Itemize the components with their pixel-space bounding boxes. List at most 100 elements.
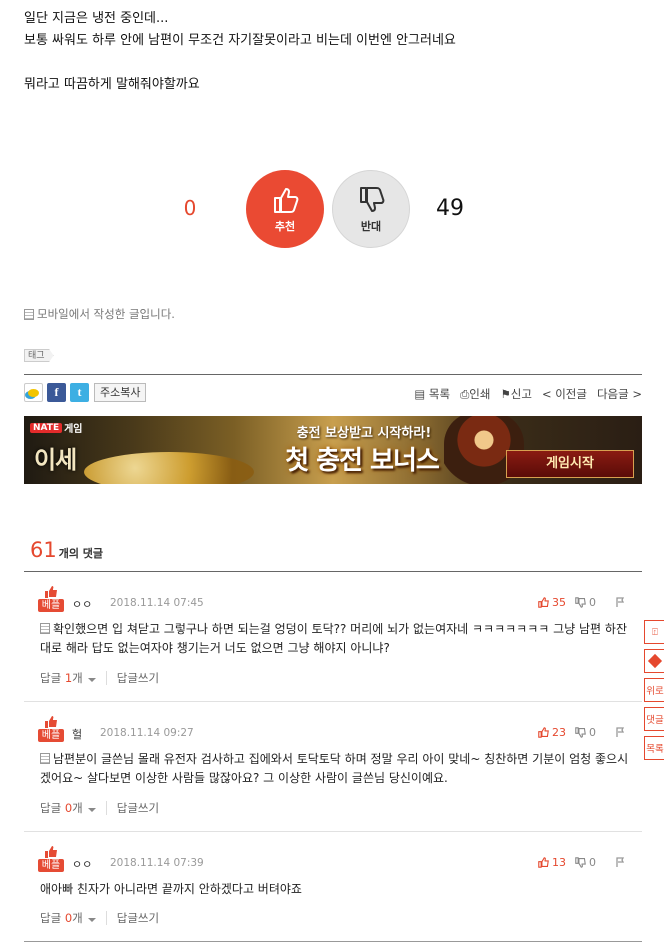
comment-dislike-count: 0 — [589, 596, 596, 609]
mobile-note-text: 모바일에서 작성한 글입니다. — [37, 307, 175, 321]
downvote-count: 49 — [436, 196, 464, 221]
comment-text: 애아빠 친자가 아니라면 끝까지 안하겠다고 버텨야죠 — [40, 882, 302, 896]
report-button[interactable]: ⚑신고 — [500, 386, 531, 402]
comment-dislike-count: 0 — [589, 726, 596, 739]
write-reply-link[interactable]: 답글쓰기 — [117, 670, 159, 686]
comment-dislike-button[interactable]: 0 — [575, 856, 596, 869]
comment-like-count: 13 — [552, 856, 566, 869]
comments-count: 61 — [30, 538, 57, 562]
gold-pile-graphic — [84, 452, 254, 484]
post-toolbar: f t 주소복사 ▤ 목록 ⎙인쇄 ⚑신고 < 이전글 다음글 > — [24, 374, 642, 410]
best-comment-badge: 베플 — [38, 586, 64, 612]
report-flag-icon[interactable] — [615, 727, 626, 738]
upvote-count: 0 — [183, 196, 197, 220]
thumbs-up-icon — [538, 857, 549, 868]
downvote-button[interactable]: 반대 — [332, 170, 410, 248]
thumbs-up-icon — [45, 586, 57, 598]
list-button[interactable]: ▤ 목록 — [414, 386, 450, 402]
comment-like-button[interactable]: 23 — [538, 726, 566, 739]
comments-header: 61 개의 댓글 — [30, 538, 103, 562]
comment-text: 확인했으면 입 쳐닫고 그렇구나 하면 되는걸 엉덩이 토닥?? 머리에 뇌가 … — [40, 622, 627, 655]
write-reply-link[interactable]: 답글쓰기 — [117, 910, 159, 926]
comment-author[interactable]: ㅇㅇ — [72, 596, 92, 612]
comment-item: 베플 헐 2018.11.14 09:27 23 0 남편분이 글쓴님 몰래 유… — [24, 702, 642, 832]
print-label: 인쇄 — [469, 387, 491, 401]
go-list-button[interactable]: 목록 — [644, 736, 664, 760]
scroll-top-button[interactable]: 위로 — [644, 678, 664, 702]
post-nav-tools: ▤ 목록 ⎙인쇄 ⚑신고 < 이전글 다음글 > — [414, 386, 642, 402]
divider — [105, 911, 107, 925]
thumbs-up-icon — [45, 716, 57, 728]
thumbs-down-icon — [575, 857, 586, 868]
comment-date: 2018.11.14 07:39 — [110, 857, 204, 869]
print-button[interactable]: ⎙인쇄 — [460, 386, 490, 402]
upvote-button[interactable]: 추천 — [246, 170, 324, 248]
write-reply-link[interactable]: 답글쓰기 — [117, 800, 159, 816]
copy-address-button[interactable]: 주소복사 — [94, 383, 147, 402]
comment-dislike-button[interactable]: 0 — [575, 726, 596, 739]
comment-like-button[interactable]: 35 — [538, 596, 566, 609]
nateon-share-icon[interactable] — [24, 383, 43, 402]
thumbs-down-icon — [360, 187, 385, 212]
list-label: 목록 — [428, 387, 451, 401]
game-start-button[interactable]: 게임시작 — [506, 450, 634, 478]
thumbs-up-icon — [538, 597, 549, 608]
best-comment-badge: 베플 — [38, 846, 64, 872]
mobile-note: 모바일에서 작성한 글입니다. — [24, 306, 175, 322]
chevron-down-icon — [87, 918, 96, 922]
comment-footer: 답글 1개 답글쓰기 — [40, 670, 159, 686]
comment-like-count: 23 — [552, 726, 566, 739]
comments-count-label: 개의 댓글 — [58, 547, 104, 560]
divider — [105, 671, 107, 685]
thumbs-up-icon — [45, 846, 57, 858]
next-post-link[interactable]: 다음글 > — [597, 386, 642, 402]
comment-like-count: 35 — [552, 596, 566, 609]
upvote-label: 추천 — [274, 220, 296, 233]
document-icon — [40, 753, 50, 764]
comment-text: 남편분이 글쓴님 몰래 유전자 검사하고 집에와서 토닥토닥 하며 정말 우리 … — [40, 752, 629, 785]
cube-icon[interactable] — [644, 649, 664, 673]
prev-post-link[interactable]: < 이전글 — [542, 386, 587, 402]
report-flag-icon[interactable] — [615, 857, 626, 868]
thumbs-down-icon — [575, 597, 586, 608]
facebook-share-icon[interactable]: f — [47, 383, 66, 402]
comment-item: 베플 ㅇㅇ 2018.11.14 07:39 13 0 애아빠 친자가 아니라면… — [24, 832, 642, 942]
thumbs-down-icon — [575, 727, 586, 738]
comment-list: 베플 ㅇㅇ 2018.11.14 07:45 35 0 확인했으면 입 쳐닫고 … — [24, 571, 642, 942]
comment-author[interactable]: 헐 — [72, 726, 82, 742]
chevron-down-icon — [87, 808, 96, 812]
reply-toggle[interactable]: 답글 1개 — [40, 670, 96, 686]
report-label: 신고 — [510, 387, 532, 401]
document-icon — [40, 623, 50, 634]
post-body: 일단 지금은 냉전 중인데... 보통 싸워도 하루 안에 남편이 무조건 자기… — [24, 8, 644, 96]
thumbs-up-icon — [538, 727, 549, 738]
comment-author[interactable]: ㅇㅇ — [72, 856, 92, 872]
comment-item: 베플 ㅇㅇ 2018.11.14 07:45 35 0 확인했으면 입 쳐닫고 … — [24, 572, 642, 702]
comment-dislike-count: 0 — [589, 856, 596, 869]
reply-toggle[interactable]: 답글 0개 — [40, 800, 96, 816]
reply-toggle[interactable]: 답글 0개 — [40, 910, 96, 926]
go-comments-button[interactable]: 댓글 — [644, 707, 664, 731]
report-flag-icon[interactable] — [615, 597, 626, 608]
document-icon — [24, 308, 34, 320]
post-line: 뭐라고 따끔하게 말해줘야할까요 — [24, 77, 200, 92]
comment-footer: 답글 0개 답글쓰기 — [40, 800, 159, 816]
bookmark-icon[interactable]: ⍐ — [644, 620, 664, 644]
game-banner-ad[interactable]: NATE 게임 이세 충전 보상받고 시작하라! 첫 충전 보너스 게임시작 — [24, 416, 642, 484]
comment-date: 2018.11.14 09:27 — [100, 727, 194, 739]
share-buttons: f t 주소복사 — [24, 383, 147, 402]
comment-dislike-button[interactable]: 0 — [575, 596, 596, 609]
post-line: 보통 싸워도 하루 안에 남편이 무조건 자기잘못이라고 비는데 이번엔 안그러… — [24, 33, 456, 48]
twitter-share-icon[interactable]: t — [70, 383, 89, 402]
vote-area: 0 추천 반대 49 — [0, 168, 664, 252]
post-line: 일단 지금은 냉전 중인데... — [24, 11, 169, 26]
game-logo: 이세 — [34, 445, 77, 474]
comment-footer: 답글 0개 답글쓰기 — [40, 910, 159, 926]
banner-subtitle: 충전 보상받고 시작하라! — [296, 426, 432, 441]
comment-like-button[interactable]: 13 — [538, 856, 566, 869]
tag-label: 태그 — [24, 349, 54, 362]
post-line — [24, 52, 644, 74]
chevron-down-icon — [87, 678, 96, 682]
best-comment-badge: 베플 — [38, 716, 64, 742]
thumbs-up-icon — [274, 188, 299, 213]
